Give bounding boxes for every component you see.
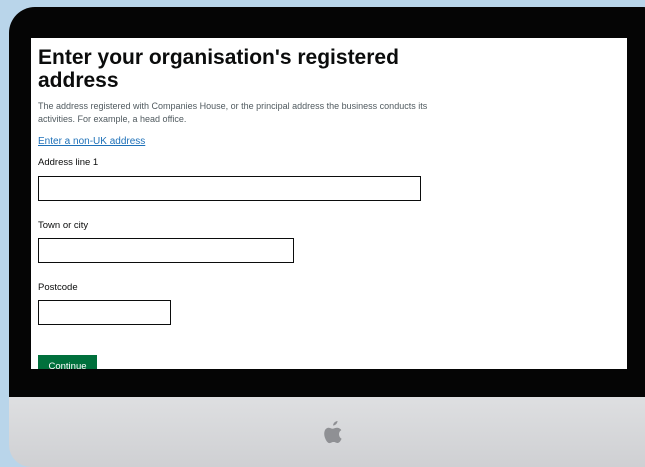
continue-button[interactable]: Continue bbox=[38, 355, 97, 369]
address-form: Enter your organisation's registered add… bbox=[38, 46, 618, 369]
postcode-label: Postcode bbox=[38, 282, 78, 293]
postcode-input[interactable] bbox=[38, 300, 171, 325]
town-or-city-label: Town or city bbox=[38, 220, 89, 231]
non-uk-address-link[interactable]: Enter a non-UK address bbox=[38, 135, 145, 148]
apple-icon bbox=[324, 421, 342, 444]
browser-screen: Enter your organisation's registered add… bbox=[31, 38, 627, 369]
address-line-1-label: Address line 1 bbox=[38, 157, 99, 168]
page-title: Enter your organisation's registered add… bbox=[38, 46, 399, 92]
address-line-1-input[interactable] bbox=[38, 176, 421, 201]
hint-text: The address registered with Companies Ho… bbox=[38, 101, 428, 124]
town-or-city-input[interactable] bbox=[38, 238, 294, 263]
